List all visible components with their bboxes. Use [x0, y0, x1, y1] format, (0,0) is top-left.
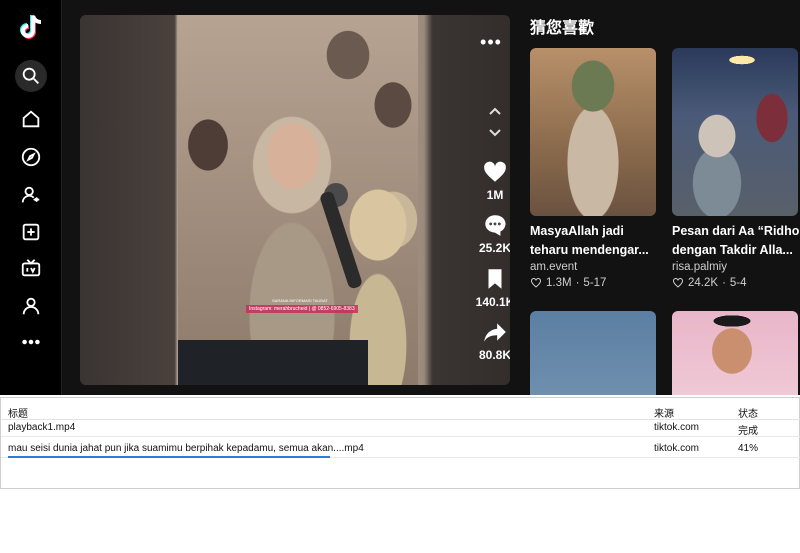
video-podium: [178, 340, 368, 385]
comment-button[interactable]: 25.2K: [470, 212, 510, 255]
recommended-video-title-line2: dengan Takdir Alla...: [672, 243, 793, 257]
recommended-video-thumbnail[interactable]: [530, 48, 656, 216]
recommended-video-thumbnail[interactable]: [672, 311, 798, 395]
live-button[interactable]: [15, 252, 47, 284]
download-title: mau seisi dunia jahat pun jika suamimu b…: [8, 443, 364, 454]
download-title: playback1.mp4: [8, 422, 76, 433]
heart-outline-icon: [531, 278, 541, 288]
separator: ·: [575, 277, 580, 289]
upload-icon: [22, 223, 40, 241]
explore-button[interactable]: [15, 141, 47, 173]
search-button[interactable]: [15, 60, 47, 92]
compass-icon: [21, 147, 41, 167]
download-manager: 标题 来源 状态 playback1.mp4 tiktok.com 完成 mau…: [0, 397, 800, 489]
recommendations-title: 猜您喜歡: [530, 20, 595, 37]
profile-button[interactable]: [15, 290, 47, 322]
video-watermark: Instagram: merahbrucheid | @ 0852-6905-8…: [246, 305, 358, 313]
video-feed: SARANA INFORMASI TAUBAT Instagram: merah…: [62, 0, 520, 395]
table-row[interactable]: mau seisi dunia jahat pun jika suamimu b…: [1, 439, 800, 458]
recommended-video-title: Pesan dari Aa “Ridho: [672, 224, 800, 238]
table-row[interactable]: playback1.mp4 tiktok.com 完成: [1, 418, 800, 437]
recommended-video-title: MasyaAllah jadi: [530, 224, 624, 238]
left-nav: [0, 0, 62, 395]
home-button[interactable]: [15, 103, 47, 135]
profile-icon: [22, 297, 40, 315]
recommended-video-card[interactable]: [530, 311, 656, 395]
comment-icon: [485, 215, 506, 236]
recommended-video-stats: 24.2K · 5-4: [672, 277, 800, 289]
recommended-video-date: 5-4: [729, 277, 747, 289]
search-icon: [22, 67, 39, 84]
next-video-button[interactable]: [480, 117, 510, 147]
tiktok-window: SARANA INFORMASI TAUBAT Instagram: merah…: [0, 0, 800, 395]
download-status: 41%: [738, 443, 759, 454]
recommended-video-author[interactable]: am.event: [530, 261, 656, 273]
save-count: 140.1K: [475, 295, 510, 309]
recommended-video-date: 5-17: [583, 277, 607, 289]
upload-button[interactable]: [15, 216, 47, 248]
video-more-button[interactable]: •••: [476, 33, 506, 59]
share-count: 80.8K: [478, 348, 510, 362]
like-button[interactable]: 1M: [470, 159, 510, 202]
recommended-video-likes: 24.2K: [688, 277, 719, 289]
following-icon: [21, 186, 40, 203]
live-icon: [21, 259, 41, 277]
recommended-video-thumbnail[interactable]: [530, 311, 656, 395]
chevron-down-icon: [489, 129, 501, 137]
comment-count: 25.2K: [478, 241, 510, 255]
recommended-video-thumbnail[interactable]: [672, 48, 798, 216]
download-source: tiktok.com: [654, 443, 700, 454]
save-button[interactable]: 140.1K: [470, 266, 510, 309]
heart-icon: [484, 161, 506, 182]
separator: ·: [722, 277, 726, 289]
download-status: 完成: [738, 426, 758, 437]
download-progress-bar: [8, 456, 330, 458]
heart-outline-icon: [673, 278, 683, 288]
recommended-video-title-line2: teharu mendengar...: [530, 243, 649, 257]
recommended-video-author[interactable]: risa.palmiy: [672, 261, 800, 273]
recommendations-panel: 猜您喜歡 MasyaAllah jadi teharu mendengar...…: [520, 0, 800, 395]
more-icon: [22, 339, 40, 345]
recommended-video-stats: 1.3M · 5-17: [530, 277, 656, 289]
recommended-video-card[interactable]: MasyaAllah jadi teharu mendengar... am.e…: [530, 48, 656, 289]
following-button[interactable]: [15, 179, 47, 211]
share-arrow-icon: [484, 323, 506, 342]
recommended-video-card[interactable]: [672, 311, 800, 395]
recommended-video-card[interactable]: Pesan dari Aa “Ridho dengan Takdir Alla.…: [672, 48, 800, 289]
home-icon: [22, 110, 40, 128]
video-player[interactable]: SARANA INFORMASI TAUBAT Instagram: merah…: [80, 15, 510, 385]
bookmark-icon: [488, 269, 502, 289]
share-button[interactable]: 80.8K: [470, 319, 510, 362]
more-menu-button[interactable]: [15, 326, 47, 358]
download-source: tiktok.com: [654, 422, 700, 433]
tiktok-logo-icon[interactable]: [16, 12, 46, 42]
like-count: 1M: [486, 188, 504, 202]
video-watermark-top: SARANA INFORMASI TAUBAT: [272, 298, 328, 303]
recommended-video-likes: 1.3M: [546, 277, 572, 289]
video-speaker-face: [267, 123, 319, 189]
